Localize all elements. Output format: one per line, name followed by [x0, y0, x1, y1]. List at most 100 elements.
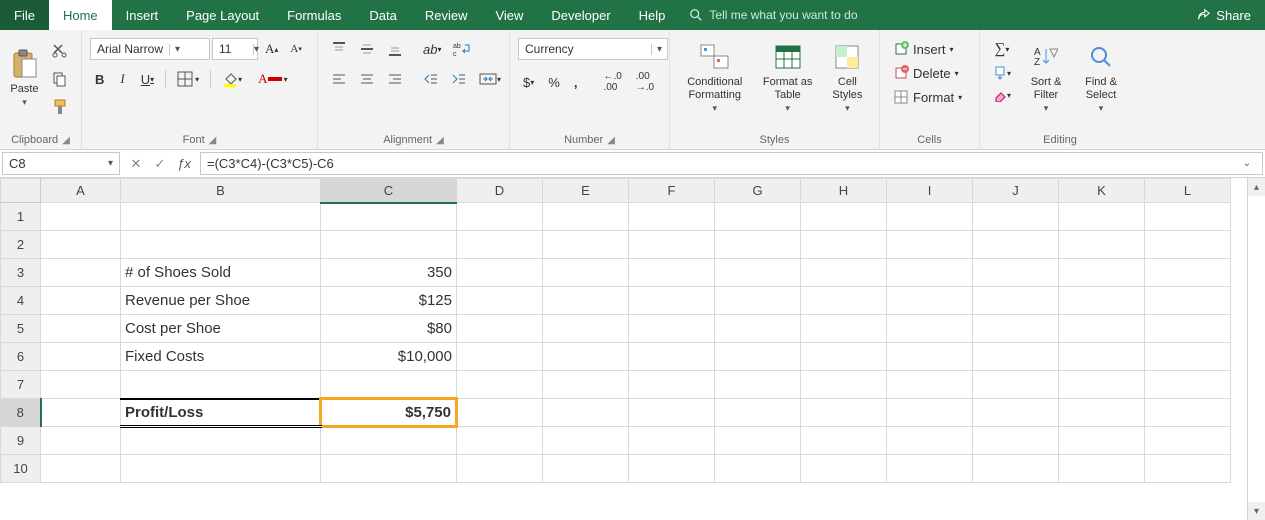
col-header-K[interactable]: K — [1059, 179, 1145, 203]
merge-center-button[interactable]: ▾ — [474, 68, 506, 90]
row-header-3[interactable]: 3 — [1, 259, 41, 287]
format-as-table-button[interactable]: Format as Table ▾ — [757, 38, 817, 116]
col-header-J[interactable]: J — [973, 179, 1059, 203]
bold-button[interactable]: B — [90, 69, 109, 90]
scroll-up-button[interactable]: ▴ — [1248, 178, 1265, 196]
scroll-thumb[interactable] — [1248, 196, 1265, 502]
copy-button[interactable] — [47, 68, 73, 90]
sort-filter-button[interactable]: AZ Sort & Filter ▾ — [1022, 38, 1070, 116]
paste-button[interactable]: Paste ▾ — [8, 38, 41, 116]
enter-formula-button[interactable]: ✓ — [150, 156, 170, 172]
increase-decimal-button[interactable]: ←.0.00 — [598, 68, 626, 96]
tab-data[interactable]: Data — [355, 0, 410, 30]
tell-me-search[interactable]: Tell me what you want to do — [679, 0, 1182, 30]
tab-home[interactable]: Home — [49, 0, 112, 30]
font-size-combo[interactable]: 11 ▾ — [212, 38, 258, 60]
font-name-combo[interactable]: Arial Narrow ▾ — [90, 38, 210, 60]
col-header-I[interactable]: I — [887, 179, 973, 203]
name-box[interactable]: C8 ▾ — [2, 152, 120, 175]
row-header-10[interactable]: 10 — [1, 455, 41, 483]
decrease-decimal-button[interactable]: .00→.0 — [631, 68, 659, 96]
cut-button[interactable] — [47, 40, 73, 62]
cell-C6[interactable]: $10,000 — [321, 343, 457, 371]
clear-button[interactable]: ▾ — [988, 85, 1016, 105]
col-header-E[interactable]: E — [543, 179, 629, 203]
tab-insert[interactable]: Insert — [112, 0, 173, 30]
tab-file[interactable]: File — [0, 0, 49, 30]
dialog-launcher-icon[interactable]: ◢ — [209, 135, 217, 146]
cell-styles-button[interactable]: Cell Styles ▾ — [824, 38, 871, 116]
align-bottom-button[interactable] — [382, 38, 408, 60]
select-all-corner[interactable] — [1, 179, 41, 203]
dialog-launcher-icon[interactable]: ◢ — [62, 135, 70, 146]
autosum-button[interactable]: ∑ ▾ — [988, 38, 1016, 61]
cell-B8[interactable]: Profit/Loss — [121, 399, 321, 427]
increase-indent-button[interactable] — [446, 68, 472, 90]
tab-page-layout[interactable]: Page Layout — [172, 0, 273, 30]
col-header-A[interactable]: A — [41, 179, 121, 203]
cell-B3[interactable]: # of Shoes Sold — [121, 259, 321, 287]
expand-formula-bar-button[interactable]: ⌄ — [1238, 158, 1256, 169]
tab-developer[interactable]: Developer — [537, 0, 624, 30]
delete-cells-button[interactable]: Delete▾ — [888, 62, 971, 84]
accounting-format-button[interactable]: $ ▾ — [518, 72, 539, 93]
format-painter-button[interactable] — [47, 96, 73, 118]
align-right-button[interactable] — [382, 68, 408, 90]
cancel-formula-button[interactable]: ✕ — [126, 156, 146, 172]
cell-B6[interactable]: Fixed Costs — [121, 343, 321, 371]
insert-cells-button[interactable]: Insert▾ — [888, 38, 971, 60]
tab-review[interactable]: Review — [411, 0, 482, 30]
find-select-button[interactable]: Find & Select ▾ — [1076, 38, 1126, 116]
dialog-launcher-icon[interactable]: ◢ — [436, 135, 444, 146]
col-header-B[interactable]: B — [121, 179, 321, 203]
col-header-H[interactable]: H — [801, 179, 887, 203]
format-cells-button[interactable]: Format▾ — [888, 86, 971, 108]
cell-C3[interactable]: 350 — [321, 259, 457, 287]
fill-color-button[interactable]: ▾ — [217, 68, 247, 90]
row-header-2[interactable]: 2 — [1, 231, 41, 259]
vertical-scrollbar[interactable]: ▴ ▾ — [1247, 178, 1265, 520]
fill-button[interactable]: ▾ — [988, 63, 1016, 83]
row-header-6[interactable]: 6 — [1, 343, 41, 371]
row-header-1[interactable]: 1 — [1, 203, 41, 231]
tab-formulas[interactable]: Formulas — [273, 0, 355, 30]
scroll-down-button[interactable]: ▾ — [1248, 502, 1265, 520]
share-button[interactable]: Share — [1182, 0, 1265, 30]
col-header-C[interactable]: C — [321, 179, 457, 203]
conditional-formatting-button[interactable]: Conditional Formatting ▾ — [678, 38, 751, 116]
cell-C5[interactable]: $80 — [321, 315, 457, 343]
col-header-D[interactable]: D — [457, 179, 543, 203]
dialog-launcher-icon[interactable]: ◢ — [607, 135, 615, 146]
align-top-button[interactable] — [326, 38, 352, 60]
align-left-button[interactable] — [326, 68, 352, 90]
row-header-4[interactable]: 4 — [1, 287, 41, 315]
tab-view[interactable]: View — [481, 0, 537, 30]
decrease-font-button[interactable]: A▾ — [285, 40, 306, 58]
cell-C8[interactable]: $5,750 — [321, 399, 457, 427]
orientation-button[interactable]: ab▾ — [418, 39, 446, 60]
col-header-L[interactable]: L — [1145, 179, 1231, 203]
decrease-indent-button[interactable] — [418, 68, 444, 90]
italic-button[interactable]: I — [115, 68, 129, 90]
wrap-text-button[interactable]: abc — [448, 38, 476, 60]
worksheet-grid[interactable]: A B C D E F G H I J K L 1 2 3 # of Shoes … — [0, 178, 1247, 520]
font-color-button[interactable]: A▾ — [253, 68, 292, 90]
cell-C4[interactable]: $125 — [321, 287, 457, 315]
align-middle-button[interactable] — [354, 38, 380, 60]
tab-help[interactable]: Help — [625, 0, 680, 30]
cell-B4[interactable]: Revenue per Shoe — [121, 287, 321, 315]
col-header-G[interactable]: G — [715, 179, 801, 203]
align-center-button[interactable] — [354, 68, 380, 90]
cell-B5[interactable]: Cost per Shoe — [121, 315, 321, 343]
increase-font-button[interactable]: A▴ — [260, 38, 283, 60]
underline-button[interactable]: U ▾ — [136, 69, 159, 90]
row-header-7[interactable]: 7 — [1, 371, 41, 399]
comma-format-button[interactable]: , — [569, 72, 583, 93]
formula-input[interactable]: =(C3*C4)-(C3*C5)-C6 ⌄ — [200, 152, 1263, 175]
percent-format-button[interactable]: % — [543, 72, 565, 93]
row-header-9[interactable]: 9 — [1, 427, 41, 455]
number-format-combo[interactable]: Currency ▾ — [518, 38, 668, 60]
col-header-F[interactable]: F — [629, 179, 715, 203]
row-header-5[interactable]: 5 — [1, 315, 41, 343]
insert-function-button[interactable]: ƒx — [174, 156, 194, 171]
